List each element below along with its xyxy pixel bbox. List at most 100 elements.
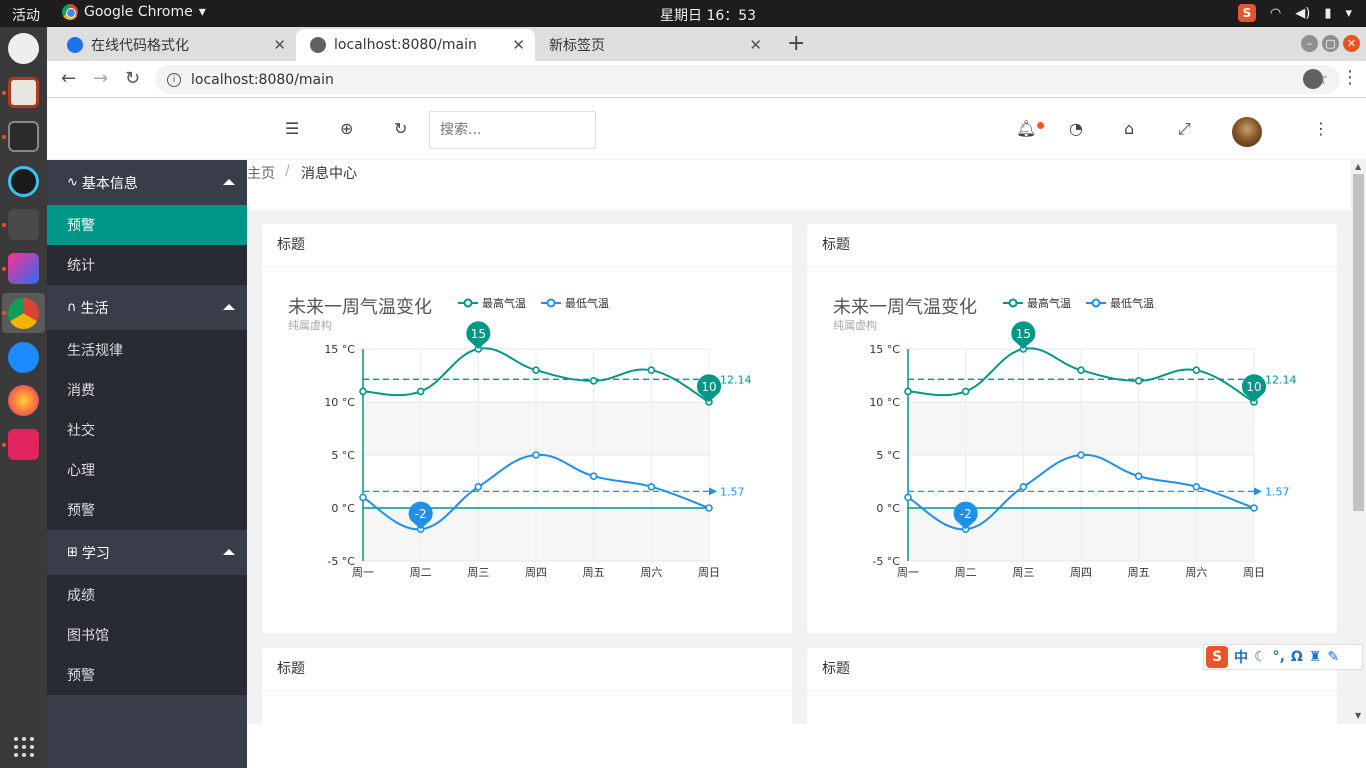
menu-item-psychology[interactable]: 心理 [47,450,247,490]
browser-menu-icon[interactable]: ⋮ [1341,67,1359,88]
profile-icon[interactable] [1303,69,1323,89]
maximize-button[interactable]: ▢ [1322,35,1339,52]
y-tick-label: 0 °C [331,502,355,515]
globe-icon [310,37,326,53]
avatar[interactable] [1232,117,1262,147]
scrollbar-thumb[interactable] [1353,174,1364,511]
y-tick-label: 10 °C [324,396,355,409]
xmind-icon[interactable] [8,429,39,460]
show-applications-icon[interactable] [14,737,34,757]
running-indicator [2,443,6,447]
more-options-icon[interactable]: ⋮ [1313,119,1329,138]
menu-item-social[interactable]: 社交 [47,410,247,450]
theme-palette-icon[interactable]: ◔ [1069,119,1083,138]
running-indicator [2,223,6,227]
wifi-icon[interactable]: ◠ [1270,6,1281,21]
menu-group-life[interactable]: ∩ 生活 [47,285,247,330]
file-manager-icon[interactable] [8,77,39,108]
browser-toolbar: ← → ↻ i localhost:8080/main ☆ ⋮ [47,61,1366,98]
forward-button[interactable]: → [93,68,108,89]
app-menu[interactable]: Google Chrome ▾ [62,4,206,20]
close-icon[interactable]: ✕ [512,36,525,54]
bell-icon[interactable]: 🔔︎ [1016,119,1036,138]
x-tick-label: 周三 [467,566,489,579]
url-text: localhost:8080/main [191,71,334,88]
search-input[interactable] [429,111,596,149]
data-point [647,483,656,491]
terminal-icon[interactable] [8,121,39,152]
activities-button[interactable]: 活动 [12,5,40,25]
ime-toolbar[interactable]: S 中 ☾ °, Ω ♜ ✎ [1203,644,1363,670]
side-menu: ∿ 基本信息 预警 统计 ∩ 生活 生活规律 消费 社交 心理 预警 ⊞ 学习 … [47,160,247,768]
refresh-icon[interactable]: ↻ [394,119,407,138]
teamviewer-icon[interactable] [8,342,39,373]
x-tick-label: 周日 [1243,566,1265,579]
back-button[interactable]: ← [61,68,76,89]
menu-item-consumption[interactable]: 消费 [47,370,247,410]
site-info-icon[interactable]: i [167,72,181,87]
data-point [532,366,540,374]
minimize-button[interactable]: – [1301,35,1318,52]
system-clock[interactable]: 星期日 16：53 [660,5,756,25]
page-bottom-area [247,724,1366,768]
card-title: 标题 [262,224,792,267]
system-tray[interactable]: S ◠ ◀) ▮ ▾ [1237,4,1352,22]
temperature-chart: 未来一周气温变化纯属虚构最高气温 最低气温-5 °C0 °C5 °C10 °C15… [833,296,1297,579]
volume-icon[interactable]: ◀) [1295,6,1310,21]
omega-icon[interactable]: Ω [1291,649,1303,665]
globe-icon[interactable]: ⊕ [340,119,353,138]
menu-item-life-warning[interactable]: 预警 [47,490,247,530]
moon-icon[interactable]: ☾ [1254,649,1267,665]
breadcrumb-home[interactable]: 主页 [247,163,275,183]
tab-new-tab[interactable]: 新标签页 ✕ [535,29,772,61]
intellij-icon[interactable] [8,253,39,284]
scroll-down-arrow[interactable]: ▼ [1355,711,1361,720]
data-point [1192,483,1201,491]
tag-icon[interactable]: ⌂ [1124,119,1134,138]
reload-button[interactable]: ↻ [125,68,140,89]
battery-icon[interactable]: ▮ [1324,6,1331,21]
close-window-button[interactable]: ✕ [1343,35,1360,52]
page-scrollbar[interactable]: ▲ ▼ [1351,160,1366,724]
notification-dot [1037,122,1044,129]
new-tab-button[interactable]: + [787,31,805,56]
firefox-icon[interactable] [8,385,39,416]
x-tick-label: 周五 [583,566,605,579]
menu-item-grades[interactable]: 成绩 [47,575,247,615]
running-indicator [2,91,6,95]
chrome-icon[interactable] [8,298,39,329]
tab-localhost-main[interactable]: localhost:8080/main ✕ [296,29,535,61]
punctuation-icon[interactable]: °, [1273,649,1285,665]
android-studio-icon[interactable] [8,166,39,197]
scroll-up-arrow[interactable]: ▲ [1355,162,1361,171]
sublime-text-icon[interactable] [8,209,39,240]
menu-item-routine[interactable]: 生活规律 [47,330,247,370]
menu-item-statistics[interactable]: 统计 [47,245,247,285]
address-bar[interactable]: i localhost:8080/main ☆ [155,65,1340,94]
x-tick-label: 周四 [525,566,547,579]
chevron-down-icon[interactable]: ▾ [1345,6,1352,21]
menu-item-library[interactable]: 图书馆 [47,615,247,655]
average-line-arrow [709,487,717,496]
tab-code-formatter[interactable]: 在线代码格式化 ✕ [53,29,296,61]
menu-item-warning[interactable]: 预警 [47,205,247,245]
close-icon[interactable]: ✕ [749,36,762,54]
ime-mode[interactable]: 中 [1234,647,1248,667]
sogou-icon[interactable]: S [1206,646,1228,668]
mark-pin-label: 10 [701,380,716,394]
tab-label: localhost:8080/main [334,37,477,53]
menu-group-basic-info[interactable]: ∿ 基本信息 [47,160,247,205]
data-point [705,504,713,512]
fullscreen-icon[interactable]: ⤢ [1178,119,1191,139]
skin-icon[interactable]: ♜ [1309,649,1322,665]
data-point [1134,377,1143,385]
sogou-icon[interactable]: S [1237,4,1256,22]
menu-group-study[interactable]: ⊞ 学习 [47,530,247,575]
wrench-icon[interactable]: ✎ [1327,649,1339,665]
collapse-menu-icon[interactable]: ☰ [285,119,299,138]
close-icon[interactable]: ✕ [273,36,286,54]
menu-item-study-warning[interactable]: 预警 [47,655,247,695]
email-client-icon[interactable] [8,33,39,64]
chart-card: 标题 未来一周气温变化 纯属虚构 最高气温 最低气温 -5 °C 0 °C 5 °C 10 °… [262,224,792,633]
window-controls: – ▢ ✕ [1301,35,1360,52]
